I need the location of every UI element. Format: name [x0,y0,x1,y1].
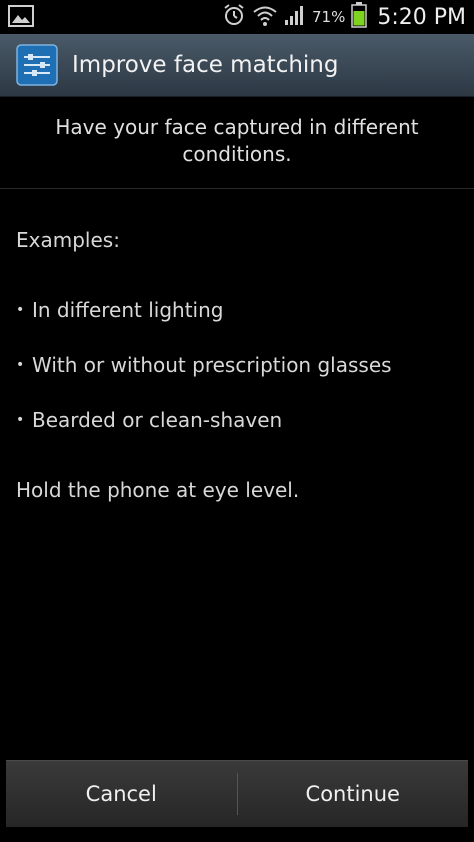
bullet-icon: • [16,301,25,318]
list-item: • In different lighting [16,282,392,337]
battery-percent: 71% [312,8,346,26]
bullet-icon: • [16,411,25,428]
bullet-icon: • [16,356,25,373]
list-item: • Bearded or clean-shaven [16,392,392,447]
examples-list: • In different lighting • With or withou… [16,282,392,447]
battery-icon [351,2,368,32]
status-bar: 71% 5:20 PM [0,0,474,34]
list-item-text: With or without prescription glasses [32,352,392,377]
status-time: 5:20 PM [377,4,466,30]
page-title: Improve face matching [72,52,339,78]
title-bar: Improve face matching [0,34,474,97]
examples-label: Examples: [16,228,120,252]
list-item: • With or without prescription glasses [16,337,392,392]
list-item-text: In different lighting [32,297,224,322]
divider [0,188,474,189]
gallery-icon [8,4,34,32]
list-item-text: Bearded or clean-shaven [32,407,283,432]
alarm-icon [222,3,246,31]
button-bar: Cancel Continue [6,760,468,827]
wifi-icon [252,3,278,31]
subtitle: Have your face captured in different con… [55,115,419,166]
hint-text: Hold the phone at eye level. [16,478,300,502]
cancel-button[interactable]: Cancel [6,761,237,827]
continue-button[interactable]: Continue [238,761,469,827]
settings-sliders-icon [16,44,58,86]
status-right: 71% 5:20 PM [222,0,466,34]
signal-icon [284,4,306,30]
screen: 71% 5:20 PM Improve face matching Have y… [0,0,474,842]
